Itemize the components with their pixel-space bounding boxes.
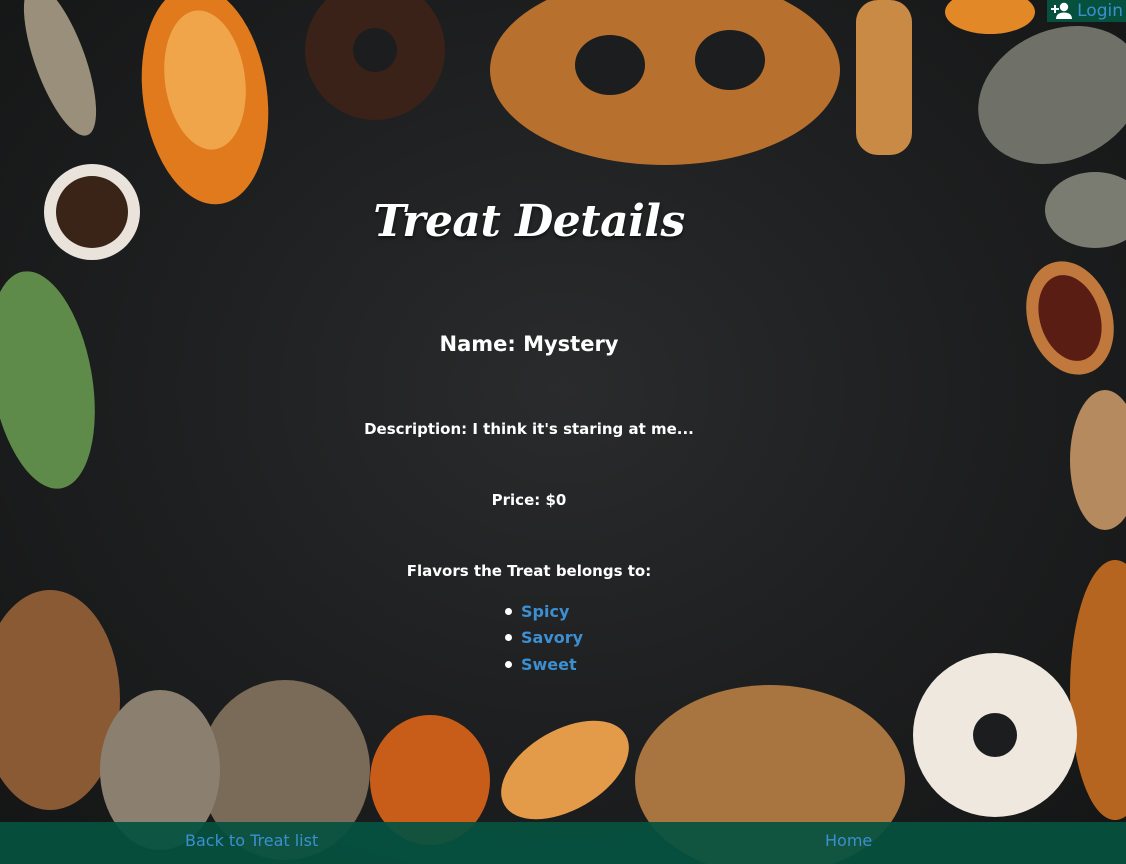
login-label: Login (1077, 1, 1123, 21)
flavor-list-item: Sweet (505, 651, 583, 678)
flavor-link-sweet[interactable]: Sweet (521, 655, 577, 674)
bullet-icon (505, 607, 512, 615)
flavor-link-savory[interactable]: Savory (521, 628, 583, 647)
login-button[interactable]: Login (1047, 0, 1126, 22)
flavor-list: Spicy Savory Sweet (505, 598, 583, 678)
page-title: Treat Details (373, 196, 685, 247)
home-link[interactable]: Home (825, 822, 872, 860)
flavor-list-item: Spicy (505, 598, 583, 625)
bullet-icon (505, 634, 512, 642)
footer-nav: Back to Treat list Home (0, 822, 1126, 864)
flavor-link-spicy[interactable]: Spicy (521, 602, 569, 621)
person-add-icon (1051, 2, 1073, 19)
back-to-treat-list-link[interactable]: Back to Treat list (185, 822, 318, 860)
treat-price: Price: $0 (491, 491, 567, 509)
bullet-icon (505, 660, 512, 668)
treat-name: Name: Mystery (439, 332, 619, 356)
treat-description: Description: I think it's staring at me.… (364, 420, 694, 438)
flavors-heading: Flavors the Treat belongs to: (406, 562, 652, 580)
flavor-list-item: Savory (505, 625, 583, 652)
